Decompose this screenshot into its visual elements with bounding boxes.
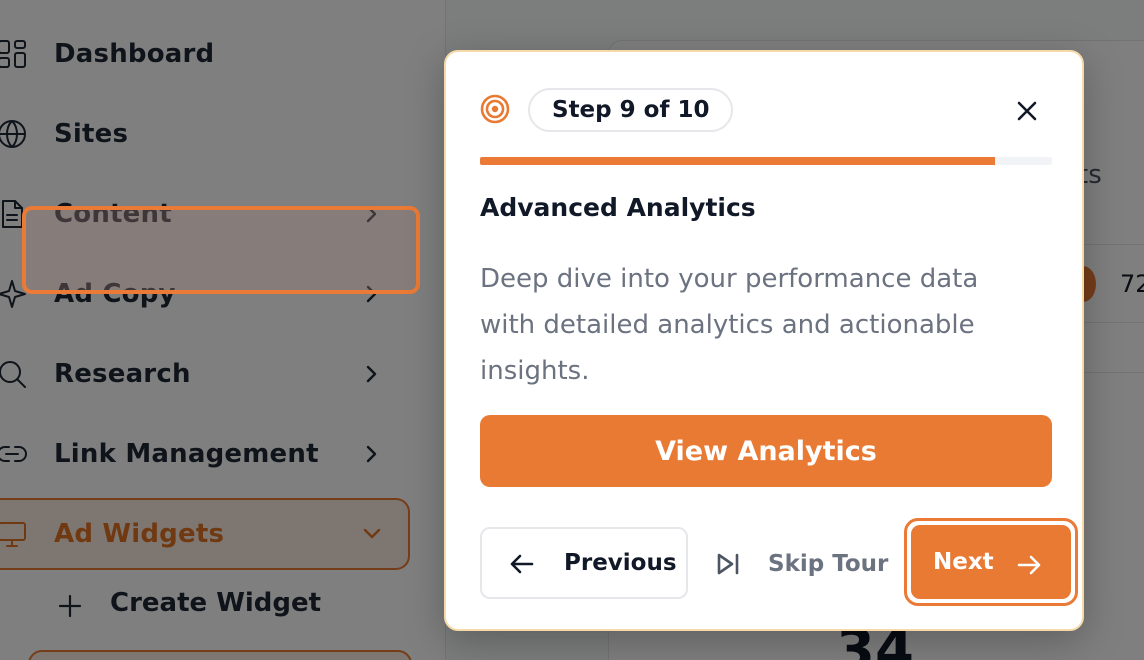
previous-button-label: Previous	[564, 550, 677, 576]
skip-tour-button[interactable]: Skip Tour	[714, 542, 888, 586]
tour-step-title: Advanced Analytics	[480, 193, 756, 222]
arrow-right-icon	[1015, 551, 1043, 579]
skip-forward-icon	[714, 550, 742, 578]
tour-popover: Step 9 of 10 Advanced Analytics Deep div…	[444, 50, 1084, 631]
skip-tour-label: Skip Tour	[768, 551, 889, 577]
previous-button[interactable]: Previous	[480, 527, 688, 599]
step-badge: Step 9 of 10	[528, 88, 734, 132]
tour-progress-bar	[480, 157, 1052, 165]
next-button[interactable]: Next	[911, 525, 1071, 599]
next-button-label: Next	[933, 549, 994, 575]
next-button-focus-ring: Next	[904, 518, 1078, 606]
tour-step-description: Deep dive into your performance data wit…	[480, 264, 979, 386]
arrow-left-icon	[508, 550, 536, 578]
tour-progress-fill	[480, 157, 995, 165]
view-analytics-button[interactable]: View Analytics	[480, 415, 1052, 487]
tour-spotlight	[22, 206, 420, 294]
close-icon[interactable]	[1012, 96, 1042, 126]
target-icon	[480, 94, 510, 124]
